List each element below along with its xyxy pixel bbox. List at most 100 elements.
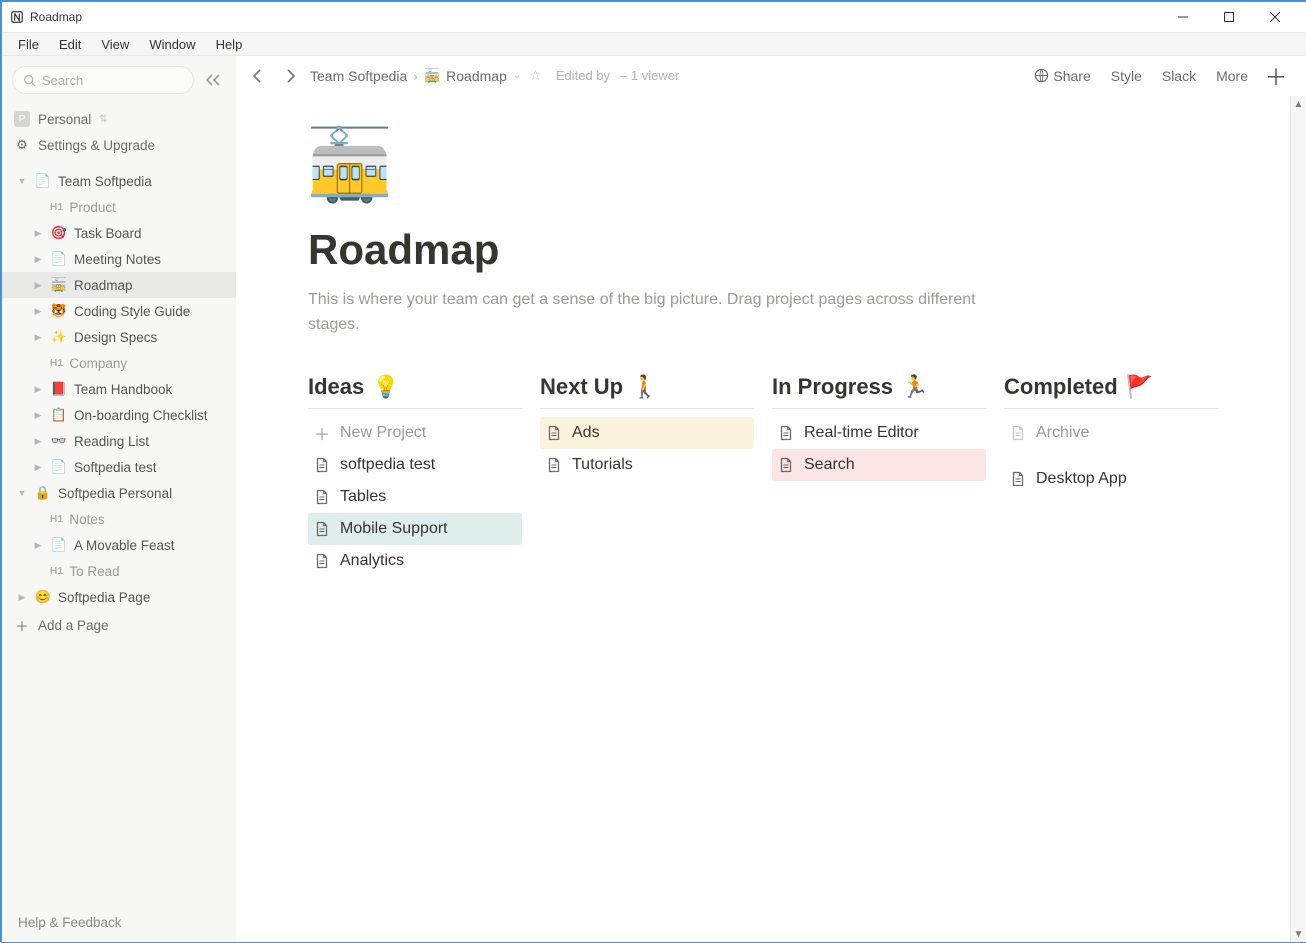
tree-item-icon: 📋 [50, 407, 68, 423]
card-label: Tables [340, 488, 386, 506]
share-button[interactable]: Share [1028, 66, 1096, 86]
disclosure-triangle-icon[interactable]: ▼ [16, 176, 28, 186]
tree-item-notes[interactable]: H1Notes [2, 506, 236, 532]
tree-item-team-handbook[interactable]: ▶📕Team Handbook [2, 376, 236, 402]
tree-item-label: Design Specs [74, 330, 157, 345]
tree-item-a-movable-feast[interactable]: ▶📄A Movable Feast [2, 532, 236, 558]
scroll-down-arrow[interactable]: ▼ [1291, 926, 1306, 942]
tree-item-company[interactable]: H1Company [2, 350, 236, 376]
scroll-up-arrow[interactable]: ▲ [1291, 96, 1306, 112]
breadcrumb-current[interactable]: Roadmap [446, 68, 507, 84]
column-header[interactable]: Ideas 💡 [308, 374, 522, 409]
tree-item-label: Softpedia Personal [58, 486, 172, 501]
tree-item-roadmap[interactable]: ▶🚋Roadmap [2, 272, 236, 298]
card-desktop-app[interactable]: Desktop App [1004, 463, 1218, 495]
disclosure-triangle-icon[interactable]: ▶ [32, 540, 44, 551]
tree-item-design-specs[interactable]: ▶✨Design Specs [2, 324, 236, 350]
card-softpedia-test[interactable]: softpedia test [308, 449, 522, 481]
breadcrumb-chevron-icon[interactable]: ⌄ [513, 70, 521, 81]
disclosure-triangle-icon[interactable]: ▶ [32, 254, 44, 265]
menu-file[interactable]: File [8, 35, 49, 54]
menu-view[interactable]: View [91, 35, 139, 54]
tree-item-softpedia-personal[interactable]: ▼ 🔒 Softpedia Personal [2, 480, 236, 506]
disclosure-triangle-icon[interactable]: ▶ [32, 280, 44, 291]
card-real-time-editor[interactable]: Real-time Editor [772, 417, 986, 449]
add-page-button[interactable]: ＋ Add a Page [2, 612, 236, 638]
tree-item-label: Team Softpedia [58, 174, 152, 189]
slack-button[interactable]: Slack [1156, 66, 1202, 86]
page-title[interactable]: Roadmap [308, 226, 1246, 274]
new-button[interactable]: ＋ [1262, 62, 1290, 90]
tree-item-reading-list[interactable]: ▶👓Reading List [2, 428, 236, 454]
disclosure-triangle-icon[interactable]: ▶ [32, 332, 44, 343]
tree-item-icon: 📄 [50, 459, 68, 475]
search-input[interactable]: Search [12, 66, 194, 94]
disclosure-triangle-icon[interactable]: ▶ [16, 592, 28, 603]
page-icon [546, 425, 562, 441]
disclosure-triangle-icon[interactable]: ▶ [32, 410, 44, 421]
tree-item-task-board[interactable]: ▶🎯Task Board [2, 220, 236, 246]
column-header[interactable]: Next Up 🚶 [540, 374, 754, 409]
window-maximize-button[interactable] [1206, 2, 1252, 32]
tree-item-label: Reading List [74, 434, 149, 449]
edited-by-label: Edited by [556, 68, 610, 83]
menu-window[interactable]: Window [139, 35, 205, 54]
tree-item-icon: 🔒 [34, 485, 52, 501]
new-project-button[interactable]: ＋New Project [308, 417, 522, 449]
menu-help[interactable]: Help [206, 35, 253, 54]
workspace: Search P Personal ⇅ ⚙ Settings & Upgrade… [2, 56, 1306, 942]
disclosure-triangle-icon[interactable]: ▼ [16, 488, 28, 498]
tree-item-softpedia-test[interactable]: ▶📄Softpedia test [2, 454, 236, 480]
more-button[interactable]: More [1210, 66, 1254, 86]
disclosure-triangle-icon[interactable]: ▶ [32, 384, 44, 395]
tree-item-team-softpedia[interactable]: ▼📄Team Softpedia [2, 168, 236, 194]
nav-back-button[interactable] [246, 64, 270, 88]
card-archive[interactable]: Archive [1004, 417, 1218, 449]
settings-upgrade-button[interactable]: ⚙ Settings & Upgrade [2, 132, 236, 158]
tree-item-coding-style-guide[interactable]: ▶🐯Coding Style Guide [2, 298, 236, 324]
gear-icon: ⚙ [14, 137, 30, 153]
tree-item-meeting-notes[interactable]: ▶📄Meeting Notes [2, 246, 236, 272]
style-button[interactable]: Style [1105, 66, 1148, 86]
card-tables[interactable]: Tables [308, 481, 522, 513]
page-icon [1010, 425, 1026, 441]
tree-item-to-read[interactable]: H1To Read [2, 558, 236, 584]
tree-item-label: Coding Style Guide [74, 304, 190, 319]
breadcrumb-parent[interactable]: Team Softpedia [310, 68, 407, 84]
star-icon[interactable]: ☆ [529, 67, 542, 84]
page-description[interactable]: This is where your team can get a sense … [308, 288, 1028, 338]
card-mobile-support[interactable]: Mobile Support [308, 513, 522, 545]
column-title: Completed [1004, 374, 1118, 400]
card-label: Archive [1036, 424, 1089, 442]
workspace-switcher[interactable]: P Personal ⇅ [2, 106, 236, 132]
card-label: Tutorials [572, 456, 633, 474]
collapse-sidebar-button[interactable] [200, 67, 226, 93]
page-emoji[interactable]: 🚋 [308, 124, 392, 208]
menu-edit[interactable]: Edit [49, 35, 91, 54]
column-header[interactable]: In Progress 🏃 [772, 374, 986, 409]
tree-item-product[interactable]: H1Product [2, 194, 236, 220]
disclosure-triangle-icon[interactable]: ▶ [32, 436, 44, 447]
card-analytics[interactable]: Analytics [308, 545, 522, 577]
disclosure-triangle-icon[interactable]: ▶ [32, 462, 44, 473]
window-minimize-button[interactable] [1160, 2, 1206, 32]
scrollbar-vertical[interactable]: ▲ ▼ [1290, 96, 1306, 942]
tree-item-softpedia-page[interactable]: ▶😊Softpedia Page [2, 584, 236, 610]
column-title: Next Up [540, 374, 623, 400]
board-column-ideas: Ideas 💡 ＋New Projectsoftpedia test Tables M… [308, 374, 522, 577]
h1-icon: H1 [50, 358, 63, 369]
page-body: 🚋 Roadmap This is where your team can ge… [236, 96, 1306, 942]
help-feedback-button[interactable]: Help & Feedback [18, 915, 220, 930]
tree-item-label: A Movable Feast [74, 538, 175, 553]
window-close-button[interactable] [1252, 2, 1298, 32]
nav-forward-button[interactable] [278, 64, 302, 88]
card-ads[interactable]: Ads [540, 417, 754, 449]
page-icon [314, 489, 330, 505]
disclosure-triangle-icon[interactable]: ▶ [32, 228, 44, 239]
disclosure-triangle-icon[interactable]: ▶ [32, 306, 44, 317]
menubar: FileEditViewWindowHelp [2, 32, 1306, 56]
card-search[interactable]: Search [772, 449, 986, 481]
tree-item-on-boarding-checklist[interactable]: ▶📋On-boarding Checklist [2, 402, 236, 428]
card-tutorials[interactable]: Tutorials [540, 449, 754, 481]
column-header[interactable]: Completed 🚩 [1004, 374, 1218, 409]
